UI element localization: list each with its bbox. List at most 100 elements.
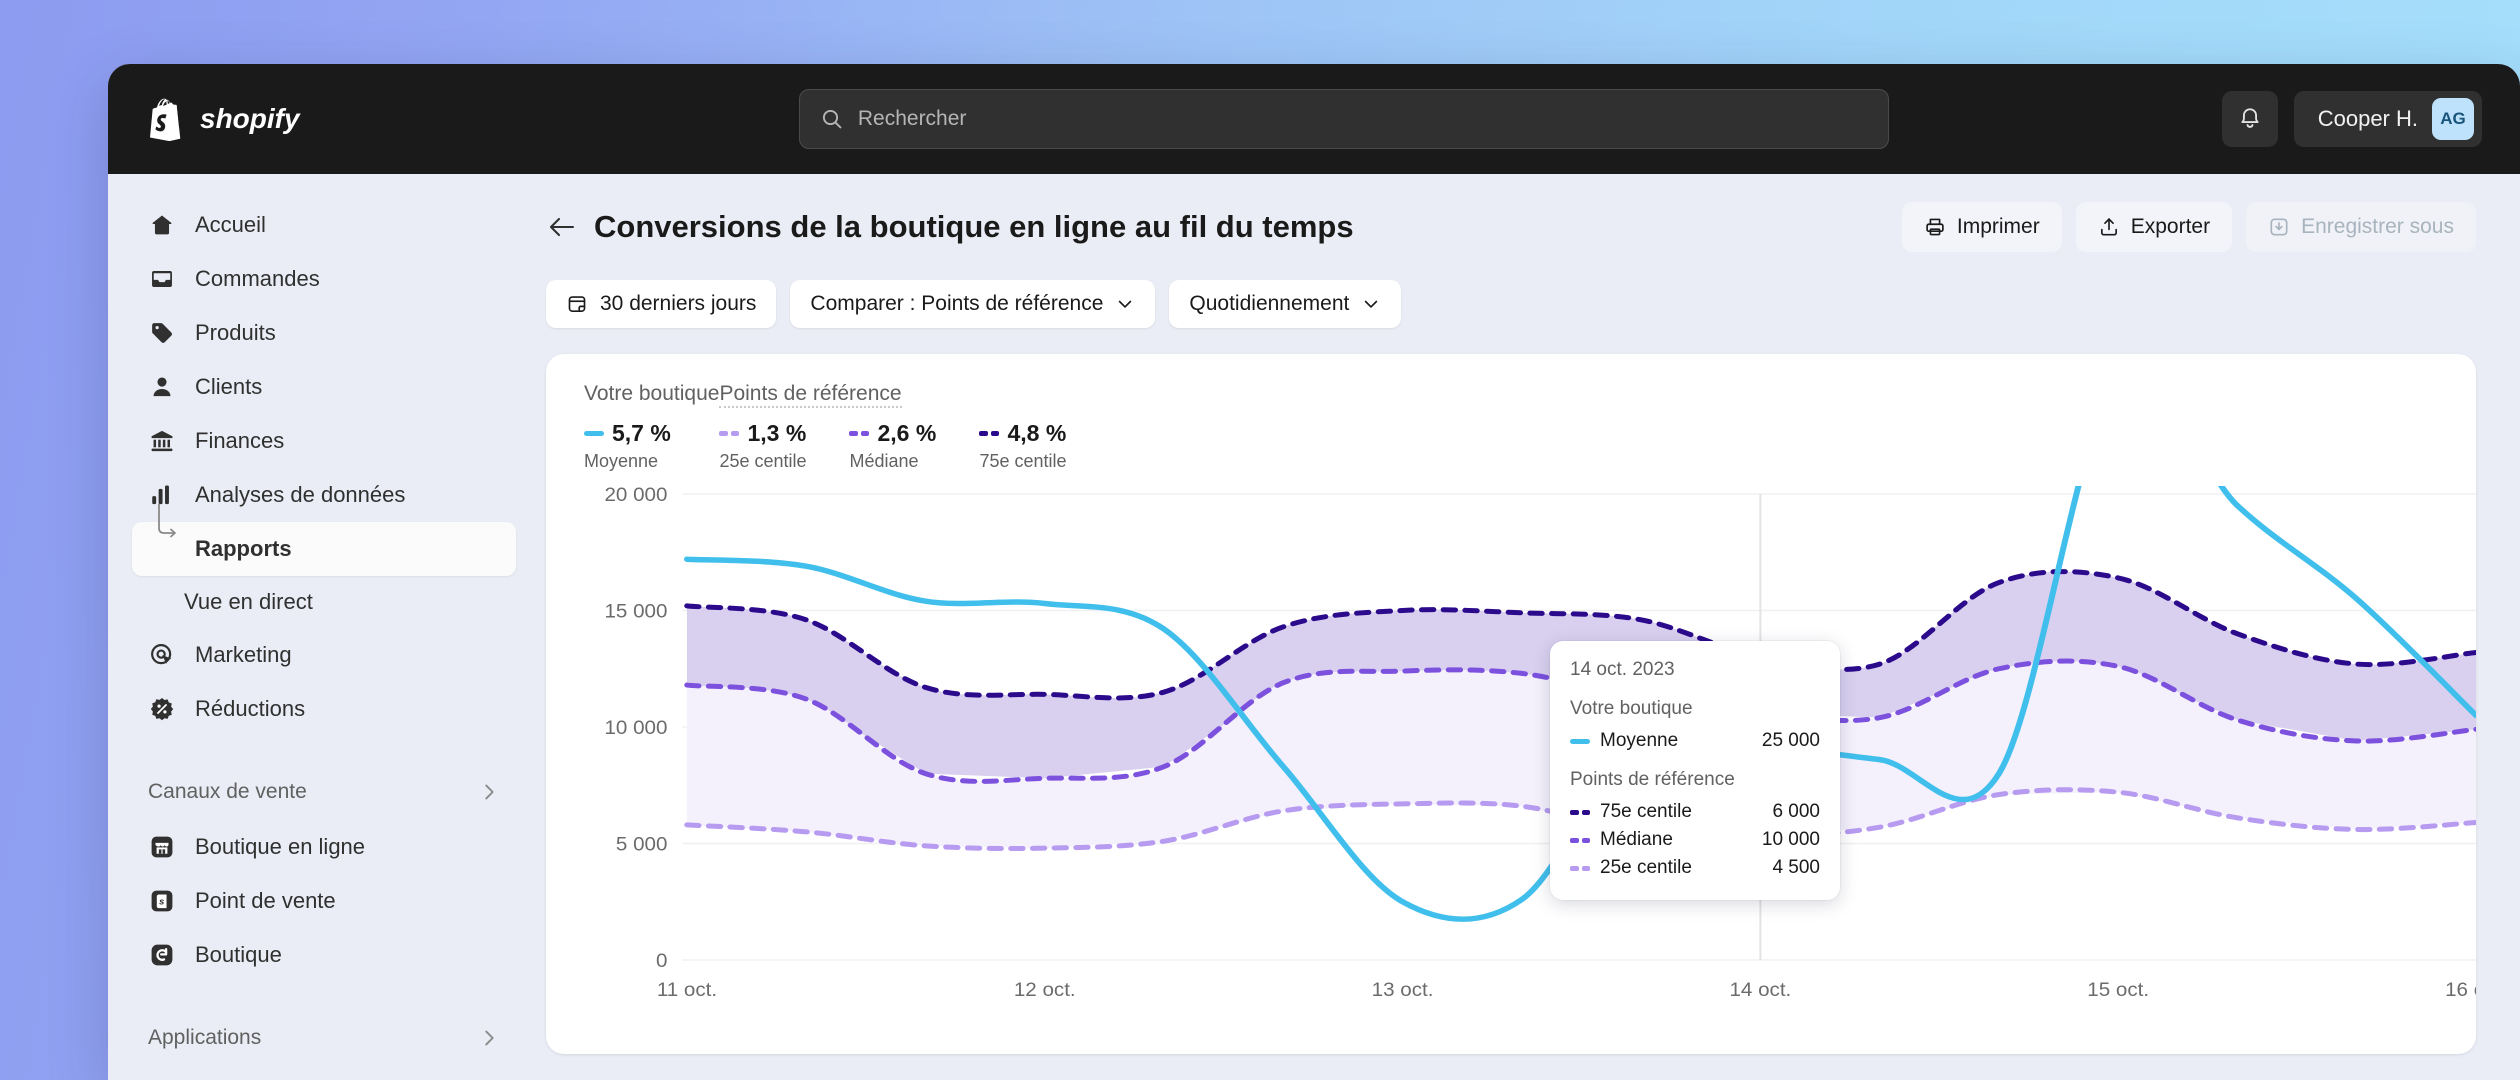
legend-items-benchmarks: 1,3 % 25e centile 2,6 % Médiane 4,8 % 75… — [719, 420, 1109, 472]
sidebar-item-clients[interactable]: Clients — [132, 360, 516, 414]
printer-icon — [1926, 218, 1944, 236]
tooltip-section-your-store: Votre boutique — [1570, 698, 1693, 719]
svg-text:16 oct.: 16 oct. — [2445, 980, 2476, 1001]
sidebar-item-finances[interactable]: Finances — [132, 414, 516, 468]
chart-legend: Votre boutique 5,7 % Moyenne Points de r… — [546, 382, 2476, 472]
sidebar-item-label: Analyses de données — [195, 482, 406, 507]
svg-text:12 oct.: 12 oct. — [1014, 980, 1076, 1001]
legend-group-your-store: Votre boutique 5,7 % Moyenne — [584, 382, 719, 472]
back-arrow-icon[interactable] — [546, 211, 578, 243]
print-button-label: Imprimer — [1956, 215, 2040, 238]
page-title: Conversions de la boutique en ligne au f… — [594, 209, 1354, 244]
legend-label: 25e centile — [719, 451, 807, 471]
line-swatch-dashed-icon — [719, 431, 740, 436]
tooltip-row-name: 25e centile — [1600, 857, 1692, 878]
shopify-logo[interactable]: shopify — [146, 97, 466, 141]
date-range-filter[interactable]: 30 derniers jours — [546, 280, 777, 328]
chart-svg[interactable]: 0 5 000 10 000 15 000 20 000 11 oct. 12 oct. 13… — [546, 486, 2476, 1026]
sidebar-item-boutique[interactable]: Boutique — [132, 928, 516, 982]
product-tag-icon — [148, 320, 175, 347]
user-menu-button[interactable]: Cooper H. AG — [2293, 91, 2482, 147]
save-as-button-label: Enregistrer sous — [2301, 215, 2454, 238]
line-swatch-dashed-icon — [849, 431, 870, 436]
sidebar-item-label: Commandes — [195, 266, 320, 291]
svg-text:10 000: 10 000 — [604, 718, 667, 739]
chevron-right-icon — [485, 1030, 494, 1046]
page-header: Conversions de la boutique en ligne au f… — [546, 200, 2476, 254]
legend-value: 4,8 % — [1007, 420, 1067, 446]
sidebar-item-label: Clients — [195, 374, 263, 399]
page-actions: Imprimer Exporter Enregistrer sous — [1901, 202, 2476, 252]
chevron-down-icon — [1365, 300, 1378, 308]
svg-text:s: s — [159, 896, 164, 906]
line-swatch-dashed-icon — [1570, 809, 1590, 815]
legend-value: 2,6 % — [877, 420, 937, 446]
sidebar-item-accueil[interactable]: Accueil — [132, 198, 516, 252]
svg-text:15 oct.: 15 oct. — [2087, 980, 2149, 1001]
legend-value-row: 5,7 % — [584, 420, 714, 447]
svg-text:15 000: 15 000 — [604, 601, 667, 622]
sidebar-item-label: Point de vente — [195, 888, 336, 913]
sidebar-item-vue-en-direct[interactable]: Vue en direct — [132, 576, 516, 628]
save-as-button: Enregistrer sous — [2246, 202, 2476, 252]
filter-bar: 30 derniers jours Comparer : Points de r… — [546, 280, 2476, 328]
sidebar-item-label: Produits — [195, 320, 276, 345]
tooltip-row: Moyenne 25 000 — [1570, 727, 1820, 755]
online-store-icon — [148, 834, 175, 861]
tooltip-row-name: Médiane — [1600, 829, 1673, 850]
compare-filter[interactable]: Comparer : Points de référence — [790, 280, 1156, 328]
sidebar-group-applications[interactable]: Applications — [132, 1010, 516, 1066]
discount-badge-icon — [148, 696, 175, 723]
tooltip-row-name: 75e centile — [1600, 801, 1692, 822]
sidebar-item-label: Boutique — [195, 942, 282, 967]
line-swatch-solid-icon — [584, 431, 604, 436]
sidebar-item-label: Boutique en ligne — [195, 834, 366, 859]
sidebar-item-produits[interactable]: Produits — [132, 306, 516, 360]
nav-elbow-connector-icon — [158, 504, 176, 538]
sidebar-item-rapports[interactable]: Rapports — [132, 504, 516, 576]
legend-item: 5,7 % Moyenne — [584, 420, 714, 472]
granularity-filter[interactable]: Quotidiennement — [1169, 280, 1402, 328]
sidebar-item-label: Vue en direct — [184, 589, 313, 614]
tooltip-date: 14 oct. 2023 — [1570, 659, 1675, 680]
svg-text:5 000: 5 000 — [616, 834, 668, 855]
point-of-sale-icon: s — [148, 888, 175, 915]
print-button[interactable]: Imprimer — [1901, 202, 2062, 252]
tooltip-row-value: 25 000 — [1761, 730, 1820, 751]
notifications-button[interactable] — [2221, 91, 2278, 147]
export-button[interactable]: Exporter — [2075, 202, 2233, 252]
search-input[interactable]: Rechercher — [798, 89, 1889, 149]
shopify-wordmark: shopify — [200, 103, 301, 134]
shopify-bag-icon — [150, 98, 181, 141]
legend-value: 1,3 % — [747, 420, 807, 446]
sidebar: Accueil Commandes Produits Clients Finan… — [108, 174, 540, 1080]
legend-group-title: Votre boutique — [584, 382, 720, 405]
avatar: AG — [2432, 98, 2474, 140]
chart-tooltip: 14 oct. 2023 Votre boutique Moyenne 25 0… — [1550, 641, 1840, 900]
bank-icon — [148, 428, 175, 455]
legend-item: 4,8 % 75e centile — [979, 420, 1109, 472]
sidebar-item-marketing[interactable]: Marketing — [132, 628, 516, 682]
compare-filter-label: Comparer : Points de référence — [810, 292, 1104, 315]
search-area: Rechercher — [466, 89, 2222, 149]
sidebar-group-canaux-de-vente[interactable]: Canaux de vente — [132, 764, 516, 820]
legend-items-your-store: 5,7 % Moyenne — [584, 420, 719, 472]
tooltip-row: 25e centile 4 500 — [1570, 854, 1820, 882]
legend-value: 5,7 % — [612, 420, 671, 446]
sidebar-item-boutique-en-ligne[interactable]: Boutique en ligne — [132, 820, 516, 874]
sidebar-item-label: Marketing — [195, 642, 292, 667]
search-placeholder: Rechercher — [857, 107, 967, 130]
top-bar-right: Cooper H. AG — [2221, 91, 2482, 147]
sidebar-item-point-de-vente[interactable]: s Point de vente — [132, 874, 516, 928]
granularity-filter-label: Quotidiennement — [1189, 292, 1350, 315]
sidebar-item-reductions[interactable]: Réductions — [132, 682, 516, 736]
legend-item: 1,3 % 25e centile — [719, 420, 849, 472]
sidebar-item-commandes[interactable]: Commandes — [132, 252, 516, 306]
date-range-filter-label: 30 derniers jours — [600, 292, 757, 315]
svg-text:13 oct.: 13 oct. — [1372, 980, 1434, 1001]
sidebar-item-analyses-de-donnees[interactable]: Analyses de données — [132, 468, 516, 522]
line-swatch-dashed-icon — [979, 431, 1000, 436]
plot-area: 0 5 000 10 000 15 000 20 000 11 oct. 12 oct. 13… — [546, 486, 2476, 1026]
